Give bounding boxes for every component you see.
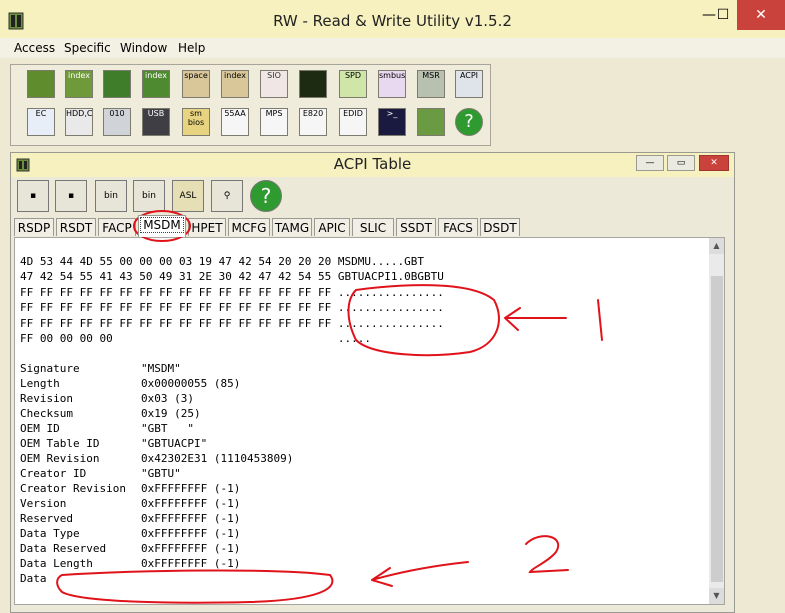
field-value: 0xFFFFFFFF (-1): [141, 482, 241, 495]
field-label: Data Length: [20, 557, 93, 570]
inner-help-icon[interactable]: ?: [250, 180, 282, 212]
disk-010-icon[interactable]: 010: [103, 108, 131, 136]
field-label: Reserved: [20, 512, 73, 525]
hex-line: 47 42 54 55 41 43 50 49 31 2E 30 42 47 4…: [20, 270, 444, 283]
spd-icon[interactable]: SPD: [339, 70, 367, 98]
index-pci-icon[interactable]: index: [65, 70, 93, 98]
field-value: 0xFFFFFFFF (-1): [141, 557, 241, 570]
field-label: OEM Revision: [20, 452, 100, 465]
tab-mcfg[interactable]: MCFG: [228, 218, 270, 236]
menu-access[interactable]: Access: [14, 41, 55, 55]
field-value: "GBT ": [141, 422, 194, 435]
ec-icon[interactable]: EC: [27, 108, 55, 136]
hdd-cd-icon[interactable]: HDD,CD: [65, 108, 93, 136]
hex-line: FF 00 00 00 00 .....: [20, 332, 371, 345]
window-title: RW - Read & Write Utility v1.5.2: [273, 12, 512, 30]
oscilloscope-icon[interactable]: [299, 70, 327, 98]
tab-rsdt[interactable]: RSDT: [56, 218, 96, 236]
io-space-icon[interactable]: space: [182, 70, 210, 98]
devices-icon[interactable]: [417, 108, 445, 136]
hex-line: FF FF FF FF FF FF FF FF FF FF FF FF FF F…: [20, 301, 444, 314]
maximize-button[interactable]: ☐: [706, 2, 740, 30]
tab-tamg[interactable]: TAMG: [272, 218, 312, 236]
help-icon[interactable]: ?: [455, 108, 483, 136]
save-icon[interactable]: ▪: [17, 180, 49, 212]
field-value: 0xFFFFFFFF (-1): [141, 512, 241, 525]
command-icon[interactable]: >_: [378, 108, 406, 136]
io-index-icon[interactable]: index: [221, 70, 249, 98]
field-label: OEM ID: [20, 422, 60, 435]
e820-icon[interactable]: E820: [299, 108, 327, 136]
save-all-icon[interactable]: ▪: [55, 180, 87, 212]
tab-ssdt[interactable]: SSDT: [396, 218, 436, 236]
close-button[interactable]: ✕: [737, 0, 785, 30]
tab-dsdt[interactable]: DSDT: [480, 218, 520, 236]
menu-window[interactable]: Window: [120, 41, 167, 55]
sio-icon[interactable]: SIO: [260, 70, 288, 98]
tab-hpet[interactable]: HPET: [188, 218, 226, 236]
tab-facp[interactable]: FACP: [98, 218, 136, 236]
hex-line: FF FF FF FF FF FF FF FF FF FF FF FF FF F…: [20, 286, 444, 299]
acpi-table-title: ACPI Table: [333, 155, 412, 173]
bin-multi-icon[interactable]: bin: [133, 180, 165, 212]
field-label: Creator Revision: [20, 482, 126, 495]
binoculars-icon[interactable]: ⚲: [211, 180, 243, 212]
pci-icon[interactable]: [27, 70, 55, 98]
tab-apic[interactable]: APIC: [314, 218, 350, 236]
tab-rsdp[interactable]: RSDP: [14, 218, 54, 236]
field-value: 0x03 (3): [141, 392, 194, 405]
hex-line: 4D 53 44 4D 55 00 00 00 03 19 47 42 54 2…: [20, 255, 424, 268]
menu-help[interactable]: Help: [178, 41, 205, 55]
field-label: Data Reserved: [20, 542, 107, 555]
edid-icon[interactable]: EDID: [339, 108, 367, 136]
bin-icon[interactable]: bin: [95, 180, 127, 212]
field-value: 0x00000055 (85): [141, 377, 241, 390]
field-value: 0xFFFFFFFF (-1): [141, 527, 241, 540]
scroll-up-arrow-icon[interactable]: ▲: [709, 238, 724, 254]
55aa-icon[interactable]: 55AA: [221, 108, 249, 136]
field-value: "MSDM": [141, 362, 181, 375]
field-label: Creator ID: [20, 467, 87, 480]
inner-close-button[interactable]: ✕: [699, 155, 729, 171]
field-value: "GBTU": [141, 467, 181, 480]
field-value: "GBTUACPI": [141, 437, 208, 450]
menu-specific[interactable]: Specific: [64, 41, 111, 55]
tab-facs[interactable]: FACS: [438, 218, 478, 236]
tab-slic[interactable]: SLIC: [352, 218, 394, 236]
field-value: 0x19 (25): [141, 407, 201, 420]
field-label: Version: [20, 497, 67, 510]
inner-minimize-button[interactable]: —: [636, 155, 664, 171]
msr-icon[interactable]: MSR: [417, 70, 445, 98]
field-value: 0x42302E31 (1110453809): [141, 452, 294, 465]
menu-bar: [0, 38, 785, 58]
tab-msdm[interactable]: MSDM: [138, 215, 186, 237]
field-value: 0xFFFFFFFF (-1): [141, 497, 241, 510]
mps-icon[interactable]: MPS: [260, 108, 288, 136]
asl-icon[interactable]: ASL: [172, 180, 204, 212]
smbios-icon[interactable]: sm bios: [182, 108, 210, 136]
field-label: Revision: [20, 392, 73, 405]
inner-restore-button[interactable]: ▭: [667, 155, 695, 171]
field-label: Length: [20, 377, 60, 390]
memory-icon[interactable]: [103, 70, 131, 98]
hex-line: FF FF FF FF FF FF FF FF FF FF FF FF FF F…: [20, 317, 444, 330]
scroll-down-arrow-icon[interactable]: ▼: [709, 588, 724, 604]
field-value: 0xFFFFFFFF (-1): [141, 542, 241, 555]
index-memory-icon[interactable]: index: [142, 70, 170, 98]
usb-icon[interactable]: USB: [142, 108, 170, 136]
scroll-thumb[interactable]: [711, 276, 723, 582]
field-label: Signature: [20, 362, 80, 375]
field-label: OEM Table ID: [20, 437, 100, 450]
field-label: Checksum: [20, 407, 73, 420]
field-label: Data: [20, 572, 47, 585]
acpi-icon[interactable]: ACPI: [455, 70, 483, 98]
field-label: Data Type: [20, 527, 80, 540]
smbus-icon[interactable]: smbus: [378, 70, 406, 98]
